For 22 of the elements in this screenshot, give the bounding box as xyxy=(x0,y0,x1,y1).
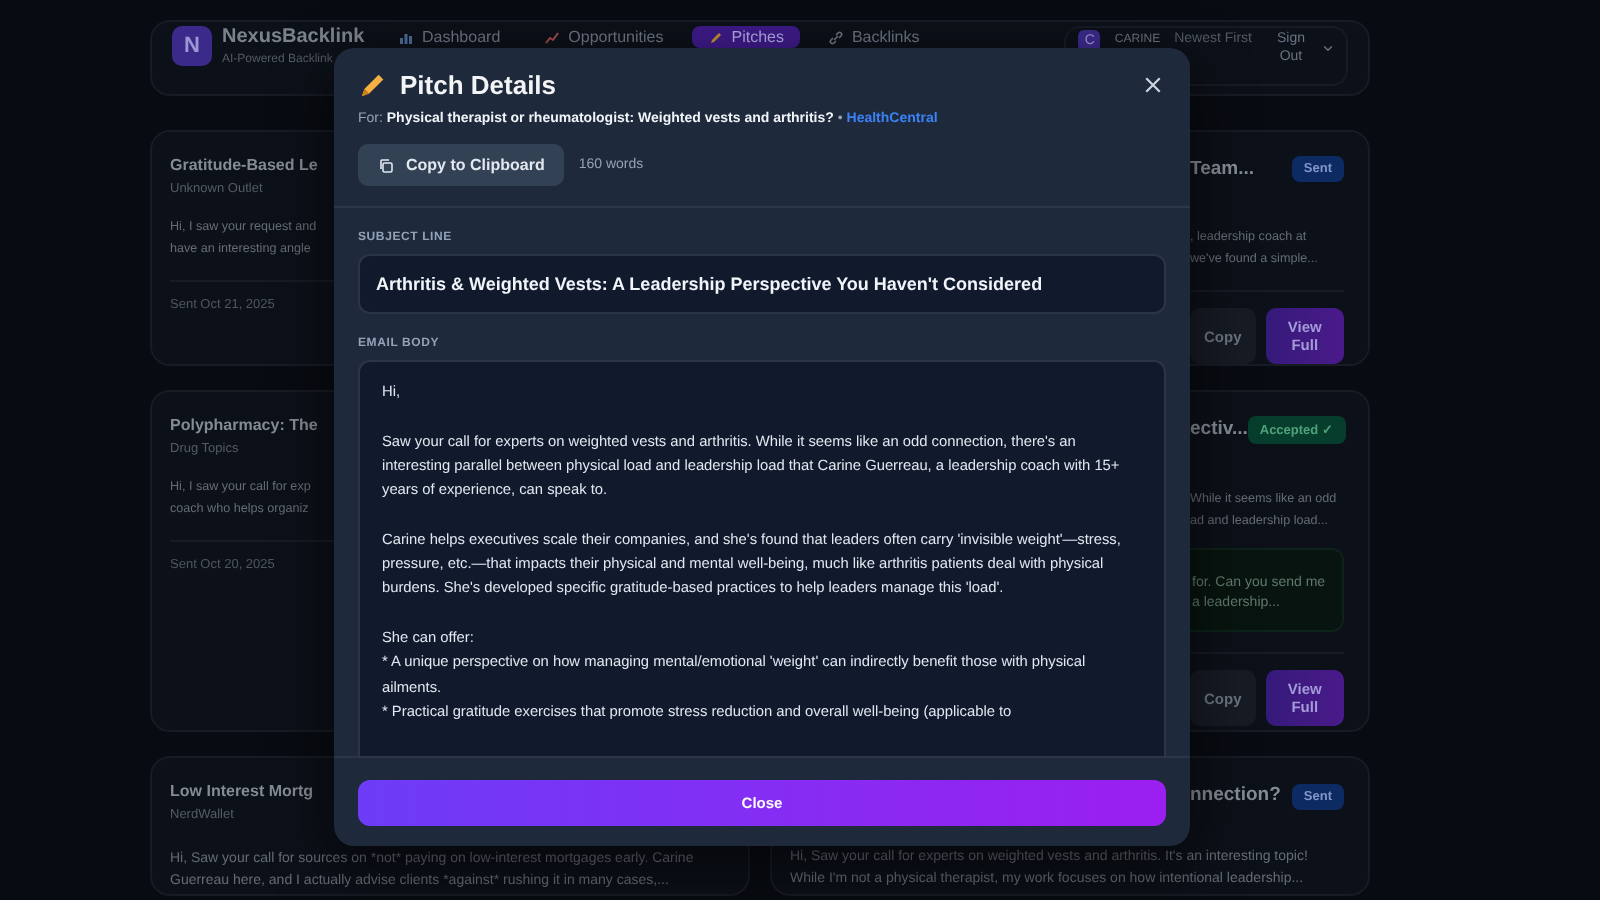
pitch-title: nnection? xyxy=(1190,786,1281,806)
nav-tab[interactable]: Dashboard xyxy=(382,26,517,48)
line-chart-icon xyxy=(544,29,561,45)
close-button[interactable] xyxy=(1140,72,1166,98)
pencil-icon xyxy=(358,70,388,100)
nav-tab[interactable]: Pitches xyxy=(691,26,800,48)
nav-tab[interactable]: Opportunities xyxy=(528,26,680,48)
pitch-title: Low Interest Mortg xyxy=(170,782,314,802)
pitch-title: Gratitude-Based Le xyxy=(170,156,318,176)
chart-icon xyxy=(398,29,414,45)
dialog-title: Pitch Details xyxy=(400,70,557,100)
pitch-title: Polypharmacy: The xyxy=(170,416,318,436)
link-icon xyxy=(827,29,844,45)
pitch-title: ectiv... xyxy=(1190,420,1248,440)
brand-name: NexusBacklink xyxy=(222,26,365,48)
logo-icon: N xyxy=(172,26,212,66)
copy-to-clipboard-button[interactable]: Copy to Clipboard xyxy=(358,144,565,186)
copy-icon xyxy=(378,157,394,173)
pitch-title: Team... xyxy=(1190,159,1255,179)
close-icon xyxy=(1144,76,1162,94)
chevron-icon xyxy=(1322,42,1334,54)
nav-tab[interactable]: Backlinks xyxy=(811,26,936,48)
